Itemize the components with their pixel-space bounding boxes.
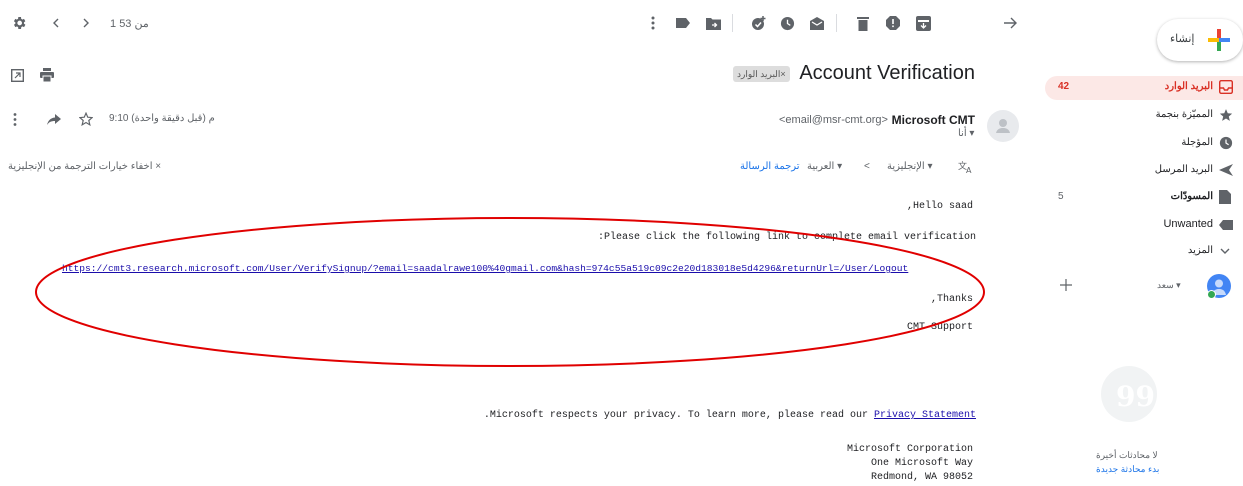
star-icon	[1219, 108, 1235, 124]
hide-translation-options[interactable]: اخفاء خيارات الترجمة من الإنجليزية ×	[8, 161, 161, 172]
sidebar-item-label: المميّزة بنجمة	[1155, 109, 1213, 120]
sidebar-item-label: المسودّات	[1170, 191, 1213, 202]
clock-icon[interactable]	[776, 12, 798, 34]
chevron-right-icon[interactable]	[75, 12, 97, 34]
sidebar-item-label: Unwanted	[1163, 218, 1213, 230]
sidebar-item-sent[interactable]: البريد المرسل	[1045, 159, 1243, 183]
compose-label: إنشاء	[1170, 33, 1195, 45]
address-line-2: One Microsoft Way	[870, 458, 973, 469]
sender-email: <email@msr-cmt.org>	[779, 114, 888, 126]
address-line-3: Redmond, WA 98052	[870, 472, 973, 483]
archive-icon[interactable]	[912, 12, 934, 34]
sidebar-item-inbox[interactable]: 42 البريد الوارد	[1045, 76, 1243, 100]
translate-message-link[interactable]: ترجمة الرسالة	[740, 161, 800, 172]
email-subject: Account Verification	[799, 62, 975, 84]
start-new-chat-link[interactable]: بدء محادثة جديدة	[1096, 464, 1159, 475]
hangouts-quote-icon: 99	[1101, 366, 1157, 422]
target-language-select[interactable]: العربية ▾	[807, 161, 842, 172]
recipient-me[interactable]: أنا ▾	[958, 128, 974, 139]
sidebar-item-label: البريد المرسل	[1154, 164, 1213, 175]
sidebar-item-starred[interactable]: المميّزة بنجمة	[1045, 104, 1243, 128]
toolbar-divider	[732, 14, 733, 32]
greeting-text: ,Hello saad	[906, 201, 973, 212]
sender-name[interactable]: Microsoft CMT	[892, 113, 975, 127]
swap-language-arrow[interactable]: <	[864, 161, 870, 172]
source-language-select[interactable]: الإنجليزية ▾	[887, 161, 933, 172]
privacy-text: .Microsoft respects your privacy. To lea…	[483, 410, 874, 421]
privacy-statement-link[interactable]: Privacy Statement	[874, 410, 976, 421]
star-icon[interactable]	[77, 110, 95, 128]
add-icon[interactable]	[1058, 277, 1074, 293]
svg-text:99: 99	[1116, 380, 1155, 413]
back-arrow-icon[interactable]	[1000, 12, 1022, 34]
translate-icon: 文A	[957, 159, 975, 175]
hangouts-user-name[interactable]: سعد ▾	[1157, 280, 1181, 291]
annotation-ellipse	[35, 217, 985, 367]
sidebar-item-more[interactable]: المزيد	[1045, 240, 1243, 264]
clock-icon	[1219, 136, 1235, 152]
reply-icon[interactable]	[45, 111, 63, 127]
label-icon	[1219, 217, 1235, 233]
toolbar-divider	[836, 14, 837, 32]
label-icon[interactable]	[672, 12, 694, 34]
inbox-label-chip[interactable]: البريد الوارد×	[733, 66, 790, 82]
pager-text: 1 من 53	[110, 18, 149, 30]
report-spam-icon[interactable]	[882, 12, 904, 34]
compose-plus-icon	[1206, 27, 1232, 53]
sidebar-item-label: المزيد	[1187, 245, 1213, 256]
sidebar-item-label: المؤجلة	[1181, 137, 1213, 148]
sender-avatar	[987, 110, 1019, 142]
privacy-line: .Microsoft respects your privacy. To lea…	[484, 410, 976, 421]
snooze-add-icon[interactable]	[748, 12, 770, 34]
print-icon[interactable]	[38, 66, 56, 84]
inbox-icon	[1218, 79, 1235, 96]
drafts-count: 5	[1058, 191, 1064, 202]
sidebar-item-label: البريد الوارد	[1164, 81, 1213, 92]
no-recent-chats-text: لا محادثات أخيرة	[1096, 450, 1158, 460]
message-toolbar: 1 من 53	[0, 0, 1030, 50]
online-status-dot	[1207, 290, 1216, 299]
more-vert-icon[interactable]	[8, 111, 22, 127]
more-vert-icon[interactable]	[642, 12, 664, 34]
settings-icon[interactable]	[8, 12, 30, 34]
sidebar-item-unwanted[interactable]: Unwanted	[1045, 213, 1243, 237]
chevron-left-icon[interactable]	[45, 12, 67, 34]
move-to-icon[interactable]	[702, 12, 724, 34]
open-new-window-icon[interactable]	[8, 66, 26, 84]
sidebar-item-drafts[interactable]: 5 المسودّات	[1045, 186, 1243, 210]
message-time: 9:10 م (قبل دقيقة واحدة)	[109, 113, 215, 124]
mark-unread-icon[interactable]	[806, 12, 828, 34]
sidebar-item-snoozed[interactable]: المؤجلة	[1045, 132, 1243, 156]
delete-icon[interactable]	[852, 12, 874, 34]
address-line-1: Microsoft Corporation	[846, 444, 973, 455]
draft-icon	[1219, 190, 1235, 206]
chevron-down-icon	[1219, 244, 1235, 260]
send-icon	[1219, 163, 1235, 179]
inbox-count: 42	[1058, 81, 1070, 92]
svg-text:A: A	[966, 166, 972, 174]
